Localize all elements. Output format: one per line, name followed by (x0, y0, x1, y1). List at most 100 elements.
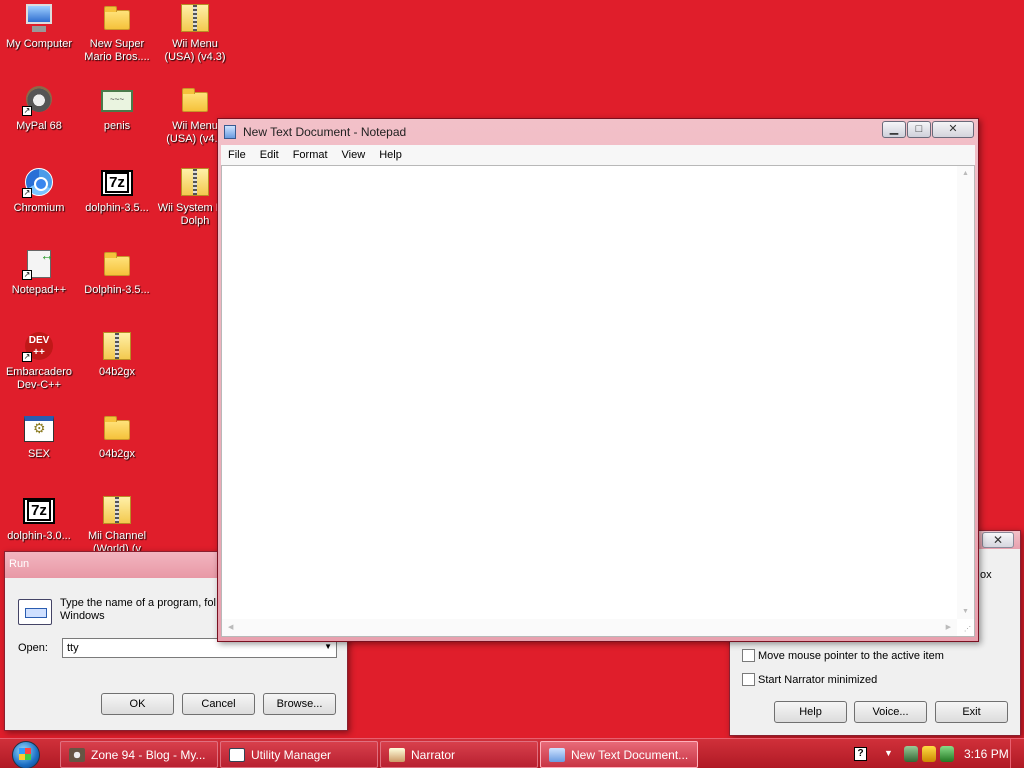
move-pointer-checkbox[interactable]: Move mouse pointer to the active item (742, 649, 944, 662)
vertical-scrollbar[interactable]: ▲ ▼ (957, 166, 974, 619)
resize-grip-icon[interactable]: ⋰ (964, 625, 971, 633)
desktop-icon-label: MyPal 68 (16, 120, 62, 132)
desktop-icon-label: 04b2gx (98, 448, 136, 460)
menu-format[interactable]: Format (286, 149, 335, 161)
show-hidden-icons-icon[interactable]: ▼ (884, 748, 893, 758)
open-label: Open: (18, 642, 48, 654)
folder-icon (178, 86, 212, 116)
voice-button[interactable]: Voice... (854, 701, 927, 723)
desktop-icon-label: Embarcadero Dev-C++ (5, 366, 73, 391)
show-desktop-button[interactable] (1010, 739, 1024, 768)
mypal-icon (69, 747, 85, 762)
desktop-icon-label: Notepad++ (11, 284, 67, 296)
notepad-titlebar[interactable]: New Text Document - Notepad (218, 119, 978, 145)
checkbox[interactable] (742, 649, 755, 662)
desktop-icon-sex[interactable]: SEX (0, 414, 78, 461)
horizontal-scrollbar[interactable]: ◀ ▶ (222, 619, 957, 636)
run-icon (18, 599, 52, 625)
desktop-icon-label: SEX (27, 448, 50, 460)
desktop-icon-label: 04b2gx (98, 366, 136, 378)
taskbar-item-notepad[interactable]: New Text Document... (540, 741, 698, 768)
window-title: New Text Document - Notepad (243, 125, 407, 139)
ok-button[interactable]: OK (101, 693, 174, 715)
zip-folder-icon (100, 496, 134, 526)
taskbar-item-utility-manager[interactable]: Utility Manager (220, 741, 378, 768)
desktop-icon-label: Dolphin-3.5... (84, 284, 150, 296)
taskbar: Zone 94 - Blog - My... Utility Manager N… (0, 738, 1024, 768)
scroll-right-icon[interactable]: ▶ (946, 623, 951, 631)
menu-help[interactable]: Help (372, 149, 409, 161)
menu-bar: File Edit Format View Help (221, 145, 975, 165)
notepad-icon (549, 747, 565, 762)
browse-button[interactable]: Browse... (263, 693, 336, 715)
desktop-icon-mii-channel[interactable]: Mii Channel (World) (v (78, 496, 156, 556)
help-icon[interactable]: ? (854, 747, 867, 761)
desktop-icon-devcpp[interactable]: DEV ++ ↗ Embarcadero Dev-C++ (0, 332, 78, 392)
desktop-icon-mypal[interactable]: ↗ MyPal 68 (0, 86, 78, 133)
scroll-left-icon[interactable]: ◀ (228, 623, 233, 631)
text-editor-area[interactable]: ▲ ▼ ◀ ▶ ⋰ (221, 165, 975, 637)
taskbar-item-zone94[interactable]: Zone 94 - Blog - My... (60, 741, 218, 768)
desktop-icon-label: New Super Mario Bros.... (84, 38, 150, 63)
cancel-button[interactable]: Cancel (182, 693, 255, 715)
menu-file[interactable]: File (221, 149, 253, 161)
7z-icon: 7z (100, 168, 134, 198)
7z-glyph: 7z (27, 500, 51, 521)
certificate-glyph: ~~~ (101, 90, 133, 112)
shortcut-arrow-icon: ↗ (22, 188, 32, 198)
clock[interactable]: 3:16 PM (964, 747, 1009, 761)
start-button[interactable] (8, 741, 44, 768)
shortcut-arrow-icon: ↗ (22, 106, 32, 116)
desktop-icon-label: My Computer (5, 38, 73, 50)
close-button[interactable]: ✕ (932, 121, 974, 138)
desktop-icon-label: penis (103, 120, 131, 132)
dropdown-arrow-icon[interactable]: ▼ (324, 642, 332, 651)
certificate-icon: ~~~ (100, 86, 134, 116)
desktop-icon-04b2gx-folder[interactable]: 04b2gx (78, 414, 156, 461)
network-icon[interactable] (904, 746, 918, 762)
taskbar-item-narrator[interactable]: Narrator (380, 741, 538, 768)
scroll-down-icon[interactable]: ▼ (962, 608, 969, 615)
utility-manager-icon (229, 747, 245, 762)
narrator-icon (389, 747, 405, 762)
scroll-up-icon[interactable]: ▲ (962, 170, 969, 177)
chromium-icon: ↗ (22, 168, 56, 198)
menu-edit[interactable]: Edit (253, 149, 286, 161)
computer-icon (22, 4, 56, 34)
shortcut-arrow-icon: ↗ (22, 352, 32, 362)
system-tray: ? ▼ 3:16 PM (846, 739, 1024, 768)
close-icon[interactable]: ✕ (982, 532, 1014, 548)
open-input-value: tty (67, 642, 79, 654)
help-button[interactable]: Help (774, 701, 847, 723)
minimize-button[interactable]: ▁ (882, 121, 906, 138)
7z-icon: 7z (22, 496, 56, 526)
desktop-icon-label: dolphin-3.5... (85, 202, 149, 214)
task-label: Zone 94 - Blog - My... (91, 747, 206, 762)
desktop-icon-04b2gx-zip[interactable]: 04b2gx (78, 332, 156, 379)
desktop-icon-notepadpp[interactable]: ↗ Notepad++ (0, 249, 78, 297)
maximize-button[interactable]: □ (907, 121, 931, 138)
folder-icon (100, 4, 134, 34)
desktop-icon-dolphin-35-archive[interactable]: 7z dolphin-3.5... (78, 168, 156, 215)
notepadpp-icon: ↗ (22, 249, 56, 280)
desktop-icon-dolphin-35-folder[interactable]: Dolphin-3.5... (78, 250, 156, 297)
volume-icon[interactable] (940, 746, 954, 762)
desktop-icon-chromium[interactable]: ↗ Chromium (0, 168, 78, 215)
desktop-icon-wii-menu-zip[interactable]: Wii Menu (USA) (v4.3) (156, 4, 234, 64)
desktop-icon-dolphin-30[interactable]: 7z dolphin-3.0... (0, 496, 78, 543)
desktop-icon-nsmb[interactable]: New Super Mario Bros.... (78, 4, 156, 64)
checkbox-label: Start Narrator minimized (758, 673, 878, 686)
desktop-icon-my-computer[interactable]: My Computer (0, 4, 78, 51)
exit-button[interactable]: Exit (935, 701, 1008, 723)
notepad-window: New Text Document - Notepad ▁ □ ✕ File E… (217, 118, 979, 642)
task-label: Narrator (411, 747, 456, 762)
security-shield-icon[interactable] (922, 746, 936, 762)
menu-view[interactable]: View (335, 149, 373, 161)
start-minimized-checkbox[interactable]: Start Narrator minimized (742, 673, 877, 686)
folder-icon (100, 250, 134, 280)
checkbox-label: Move mouse pointer to the active item (758, 649, 944, 662)
checkbox[interactable] (742, 673, 755, 686)
desktop-icon-penis[interactable]: ~~~ penis (78, 86, 156, 133)
7z-glyph: 7z (105, 172, 129, 193)
desktop-icon-label: Wii Menu (USA) (v4.3) (164, 38, 226, 63)
